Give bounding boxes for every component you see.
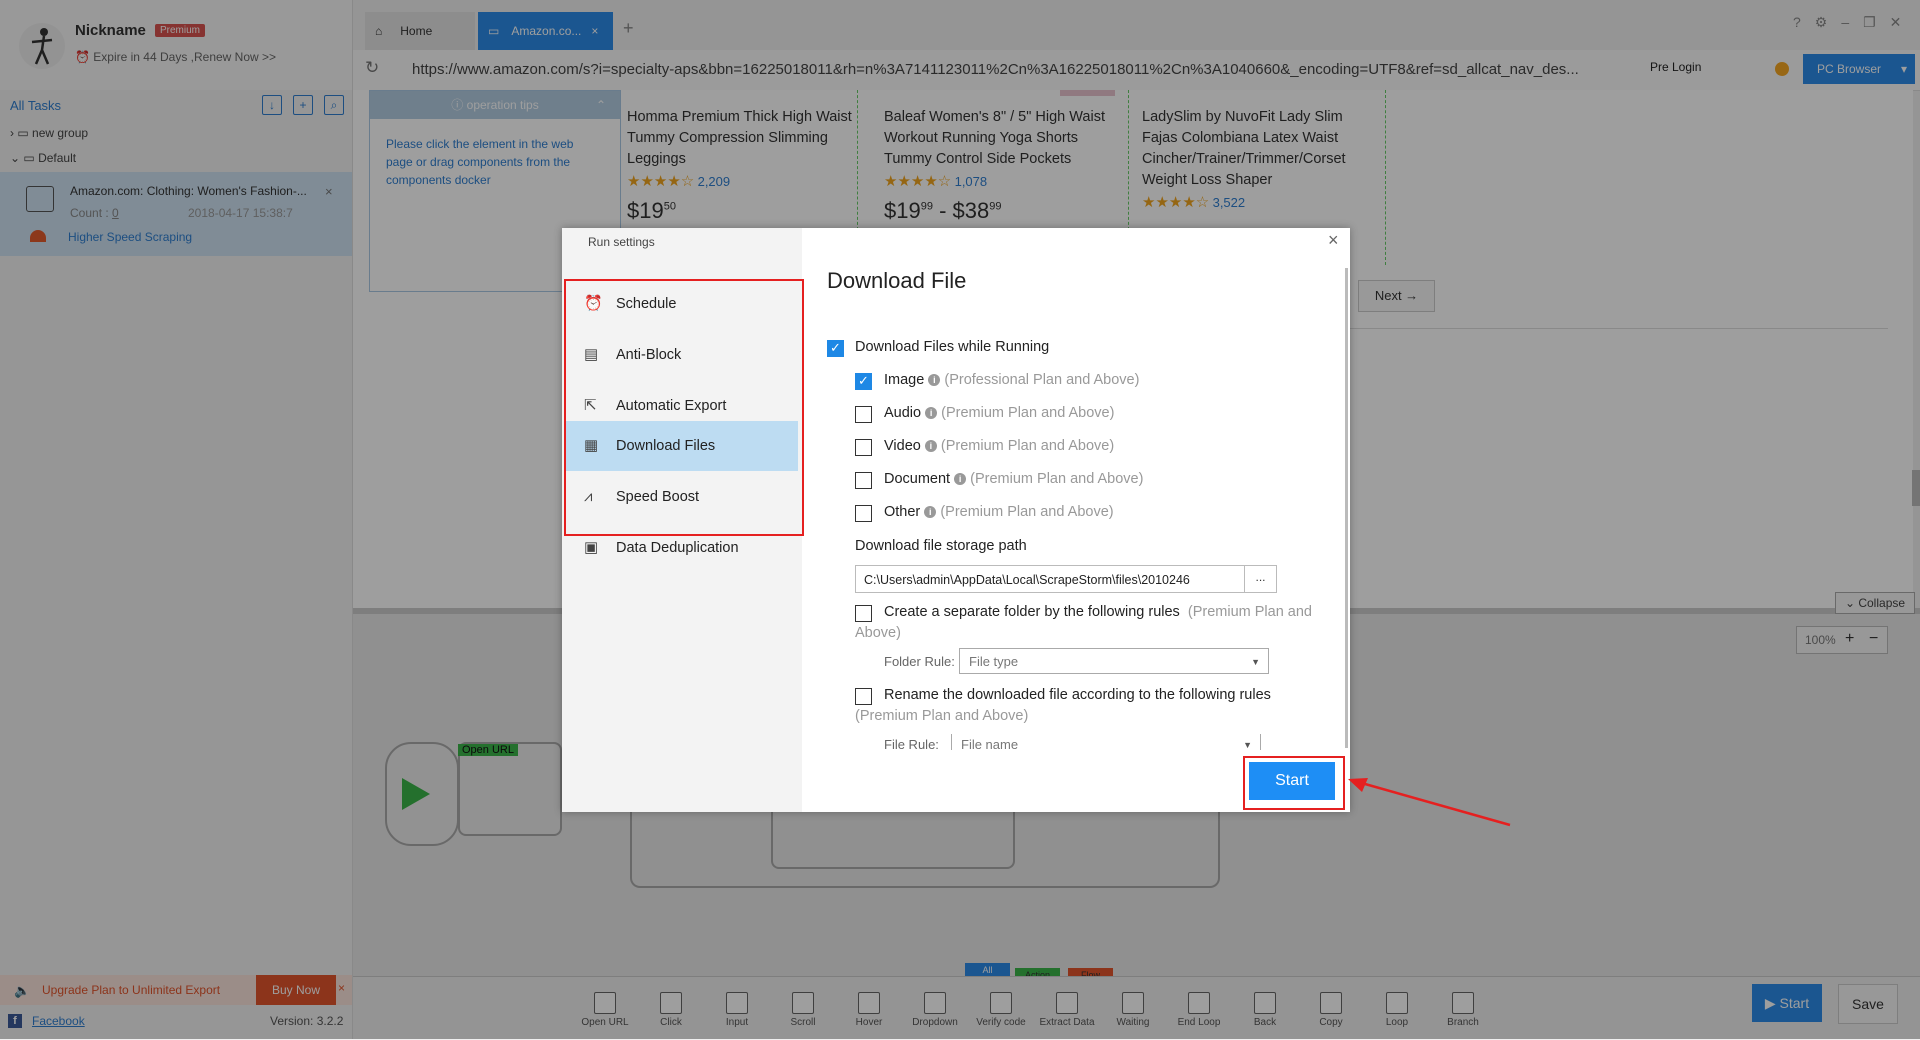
file-rule-row: File Rule: File name ▼ bbox=[884, 734, 1344, 750]
dialog-title: Run settings bbox=[588, 235, 655, 249]
image-option: Image i (Professional Plan and Above) bbox=[884, 372, 1140, 388]
folder-rule-select[interactable]: File type ▼ bbox=[959, 648, 1269, 674]
other-option: Other i (Premium Plan and Above) bbox=[884, 504, 1114, 520]
chart-icon: ⩘ bbox=[584, 488, 593, 505]
nav-download-files[interactable]: ▦ Download Files bbox=[566, 421, 798, 471]
download-while-running-checkbox[interactable]: ✓ bbox=[827, 340, 844, 357]
path-label: Download file storage path bbox=[855, 538, 1027, 554]
rename-hint: (Premium Plan and Above) bbox=[855, 708, 1029, 724]
rename-label: Rename the downloaded file according to … bbox=[884, 687, 1271, 703]
caret-down-icon: ▼ bbox=[1251, 657, 1260, 667]
audio-checkbox[interactable] bbox=[855, 406, 872, 423]
run-settings-dialog: Run settings ⏰ Schedule ▤ Anti-Block ⇱ Auto… bbox=[562, 228, 1350, 812]
caret-down-icon: ▼ bbox=[1243, 740, 1252, 750]
dialog-scrollbar[interactable] bbox=[1345, 268, 1348, 748]
download-while-running-label: Download Files while Running bbox=[855, 339, 1050, 355]
start-button[interactable]: Start bbox=[1249, 762, 1335, 800]
browse-button[interactable]: ... bbox=[1245, 565, 1277, 593]
separate-folder-label: Create a separate folder by the followin… bbox=[884, 604, 1312, 620]
info-icon[interactable]: i bbox=[928, 374, 941, 386]
path-input[interactable]: C:\Users\admin\AppData\Local\ScrapeStorm… bbox=[855, 565, 1245, 593]
document-option: Document i (Premium Plan and Above) bbox=[884, 471, 1144, 487]
separate-folder-hint: Above) bbox=[855, 625, 901, 641]
file-rule-label: File Rule: bbox=[884, 737, 939, 750]
nav-anti-block[interactable]: ▤ Anti-Block bbox=[566, 330, 798, 380]
dedup-icon: ▣ bbox=[584, 539, 599, 556]
info-icon[interactable]: i bbox=[925, 407, 938, 419]
image-checkbox[interactable]: ✓ bbox=[855, 373, 872, 390]
separate-folder-checkbox[interactable] bbox=[855, 605, 872, 622]
settings-sidebar: Run settings ⏰ Schedule ▤ Anti-Block ⇱ Auto… bbox=[562, 228, 804, 812]
video-checkbox[interactable] bbox=[855, 439, 872, 456]
clock-icon: ⏰ bbox=[584, 295, 603, 312]
section-heading: Download File bbox=[827, 268, 967, 293]
info-icon[interactable]: i bbox=[954, 473, 967, 485]
nav-schedule[interactable]: ⏰ Schedule bbox=[566, 279, 798, 329]
nav-speed-boost[interactable]: ⩘ Speed Boost bbox=[566, 472, 798, 522]
other-checkbox[interactable] bbox=[855, 505, 872, 522]
close-icon[interactable]: × bbox=[1328, 230, 1339, 251]
info-icon[interactable]: i bbox=[924, 440, 937, 452]
audio-option: Audio i (Premium Plan and Above) bbox=[884, 405, 1115, 421]
document-checkbox[interactable] bbox=[855, 472, 872, 489]
file-rule-select[interactable]: File name ▼ bbox=[951, 734, 1261, 750]
annotation-arrow bbox=[1348, 778, 1511, 827]
folder-rule-label: Folder Rule: bbox=[884, 654, 955, 669]
video-option: Video i (Premium Plan and Above) bbox=[884, 438, 1115, 454]
shield-icon: ▤ bbox=[584, 346, 599, 363]
rename-checkbox[interactable] bbox=[855, 688, 872, 705]
info-icon[interactable]: i bbox=[924, 506, 937, 518]
document-icon: ▦ bbox=[584, 437, 599, 454]
nav-data-deduplication[interactable]: ▣ Data Deduplication bbox=[566, 523, 798, 573]
